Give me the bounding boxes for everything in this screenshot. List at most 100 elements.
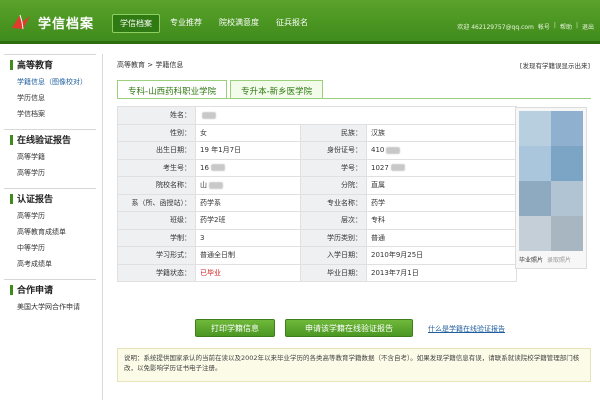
sidebar-group-title: 合作申请 — [4, 279, 96, 299]
sidebar-group-cooperation: 合作申请 美国大学网合作申请 — [4, 279, 96, 315]
what-is-report-link[interactable]: 什么是学籍在线验证报告 — [428, 324, 505, 334]
logo-icon — [10, 12, 32, 32]
table-row: 学制： 3 学历类别： 普通 — [117, 228, 517, 247]
breadcrumb: 高等教育 > 学籍信息 — [117, 61, 184, 69]
photo-panel: 毕业照片 录取照片 — [515, 107, 587, 269]
separator: | — [553, 22, 556, 29]
redacted-value — [386, 146, 401, 154]
field-value: 汉族 — [366, 123, 517, 142]
top-header: 学信档案 学信档案 专业推荐 院校满意度 征兵报名 欢迎 462129757@q… — [0, 0, 600, 44]
logout-link[interactable]: 退出 — [582, 22, 594, 31]
id-number-partial: 410 — [371, 146, 385, 155]
sidebar-item-us-university[interactable]: 美国大学网合作申请 — [4, 299, 96, 315]
logo[interactable]: 学信档案 — [10, 10, 94, 34]
table-row: 出生日期： 19 年1月7日 身份证号： 410 — [117, 141, 517, 160]
exam-number-partial: 16 — [200, 163, 209, 172]
sidebar-item-cert-degree[interactable]: 高等学历 — [4, 208, 96, 224]
sidebar: 高等教育 学籍信息（图像校对） 学历信息 学信档案 在线验证报告 高等学籍 高等… — [4, 54, 96, 400]
field-label: 层次： — [300, 211, 367, 230]
sidebar-group-title: 在线验证报告 — [4, 129, 96, 149]
table-row: 学籍状态： 已毕业 毕业日期： 2013年7月1日 — [117, 263, 517, 282]
sidebar-item-cert-exam-scores[interactable]: 高考成绩单 — [4, 256, 96, 272]
sidebar-group-certification: 认证报告 高等学历 高等教育成绩单 中等学历 高考成绩单 — [4, 188, 96, 272]
field-label: 专业名称： — [300, 193, 367, 212]
field-value: 3 — [195, 228, 301, 247]
apply-verification-report-button[interactable]: 申请该学籍在线验证报告 — [285, 319, 413, 337]
tab-divider — [117, 98, 591, 99]
field-label: 学制： — [117, 228, 196, 247]
field-value — [195, 106, 517, 125]
field-label: 学号： — [300, 158, 367, 177]
field-value: 药学系 — [195, 193, 301, 212]
field-label: 班级： — [117, 211, 196, 230]
field-label: 毕业日期： — [300, 263, 367, 282]
field-value: 普通 — [366, 228, 517, 247]
field-label: 分院： — [300, 176, 367, 195]
field-value: 直属 — [366, 176, 517, 195]
site-title: 学信档案 — [38, 16, 95, 32]
field-value: 2013年7月1日 — [366, 263, 517, 282]
field-label: 姓名： — [117, 106, 196, 125]
sidebar-group-title: 高等教育 — [4, 54, 96, 74]
field-label: 学历类别： — [300, 228, 367, 247]
report-error-link[interactable]: [发现有学籍误显示出来] — [520, 60, 590, 70]
sidebar-item-enrollment-info[interactable]: 学籍信息（图像校对） — [4, 74, 96, 90]
field-value: 16 — [195, 158, 301, 177]
redacted-value — [390, 164, 405, 172]
field-label: 民族： — [300, 123, 367, 142]
main-nav: 学信档案 专业推荐 院校满意度 征兵报名 — [112, 14, 318, 33]
nav-tab-major-recommend[interactable]: 专业推荐 — [163, 14, 209, 33]
sidebar-item-higher-enrollment[interactable]: 高等学籍 — [4, 149, 96, 165]
field-label: 学籍状态： — [117, 263, 196, 282]
tab-college-shanxi[interactable]: 专科-山西药科职业学院 — [117, 80, 228, 98]
sidebar-group-higher-education: 高等教育 学籍信息（图像校对） 学历信息 学信档案 — [4, 54, 96, 122]
nav-tab-archive[interactable]: 学信档案 — [112, 14, 160, 33]
sidebar-item-cert-secondary[interactable]: 中等学历 — [4, 240, 96, 256]
field-label: 身份证号： — [300, 141, 367, 160]
table-row: 姓名： — [117, 106, 517, 125]
school-tabs: 专科-山西药科职业学院 专升本-新乡医学院 — [117, 80, 326, 98]
field-value: 410 — [366, 141, 517, 160]
student-photo — [519, 111, 583, 251]
field-label: 入学日期： — [300, 246, 367, 265]
field-value: 药学2班 — [195, 211, 301, 230]
print-enrollment-button[interactable]: 打印学籍信息 — [195, 319, 275, 337]
main-panel: 高等教育 > 学籍信息 [发现有学籍误显示出来] 专科-山西药科职业学院 专升本… — [102, 54, 596, 400]
sidebar-item-degree-info[interactable]: 学历信息 — [4, 90, 96, 106]
sidebar-item-cert-transcript[interactable]: 高等教育成绩单 — [4, 224, 96, 240]
field-label: 性别： — [117, 123, 196, 142]
nav-tab-satisfaction[interactable]: 院校满意度 — [212, 14, 266, 33]
table-row: 考生号： 16 学号： 1027 — [117, 158, 517, 177]
redacted-value — [202, 111, 216, 119]
school-name-partial: 山 — [200, 181, 207, 190]
field-value: 药学 — [366, 193, 517, 212]
table-row: 班级： 药学2班 层次： 专科 — [117, 211, 517, 230]
sidebar-group-online-report: 在线验证报告 高等学籍 高等学历 — [4, 129, 96, 181]
field-label: 学习形式： — [117, 246, 196, 265]
help-link[interactable]: 帮助 — [560, 22, 572, 31]
student-number-partial: 1027 — [371, 163, 389, 172]
nav-tab-recruitment[interactable]: 征兵报名 — [269, 14, 315, 33]
field-value: 普通全日制 — [195, 246, 301, 265]
table-row: 院校名称： 山 分院： 直属 — [117, 176, 517, 195]
field-label: 院校名称： — [117, 176, 196, 195]
enrollment-info-table: 姓名： 性别： 女 民族： 汉族 出生日期： 19 年1月7日 身份证号： 41… — [117, 106, 517, 282]
status-value: 已毕业 — [195, 263, 301, 282]
sidebar-group-title: 认证报告 — [4, 188, 96, 208]
redacted-value — [209, 181, 223, 189]
table-row: 学习形式： 普通全日制 入学日期： 2010年9月25日 — [117, 246, 517, 265]
sidebar-item-higher-degree[interactable]: 高等学历 — [4, 165, 96, 181]
table-row: 性别： 女 民族： 汉族 — [117, 123, 517, 142]
field-value: 2010年9月25日 — [366, 246, 517, 265]
field-label: 考生号： — [117, 158, 196, 177]
account-link[interactable]: 帐号 — [538, 22, 550, 31]
field-label: 出生日期： — [117, 141, 196, 160]
field-value: 19 年1月7日 — [195, 141, 301, 160]
graduation-photo-label[interactable]: 毕业照片 — [519, 255, 543, 264]
field-label: 系（所、函授站）： — [117, 193, 196, 212]
admission-photo-label[interactable]: 录取照片 — [547, 255, 571, 264]
sidebar-item-archive[interactable]: 学信档案 — [4, 106, 96, 122]
photo-caption: 毕业照片 录取照片 — [519, 255, 571, 264]
field-value: 专科 — [366, 211, 517, 230]
tab-upgrade-xinxiang[interactable]: 专升本-新乡医学院 — [230, 80, 324, 98]
